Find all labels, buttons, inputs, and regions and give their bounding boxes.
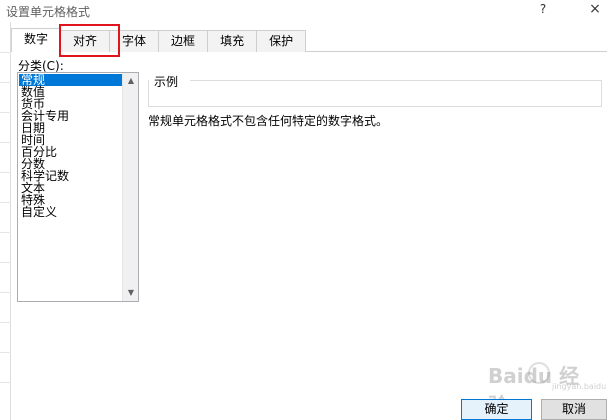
- scroll-down-icon[interactable]: ▼: [123, 286, 138, 300]
- tab-number[interactable]: 数字: [11, 28, 62, 52]
- format-description: 常规单元格格式不包含任何特定的数字格式。: [148, 114, 389, 128]
- sample-divider: [190, 80, 602, 81]
- scroll-up-icon[interactable]: ▲: [123, 74, 138, 88]
- sample-label: 示例: [154, 75, 179, 89]
- tab-protection[interactable]: 保护: [256, 30, 307, 52]
- category-item-custom[interactable]: 自定义: [19, 206, 123, 218]
- sample-box: [148, 80, 602, 107]
- category-listbox[interactable]: 常规 数值 货币 会计专用 日期 时间 百分比 分数 科学记数 文本 特殊 自定…: [17, 72, 139, 302]
- window-title: 设置单元格格式: [6, 5, 91, 19]
- close-button[interactable]: ×: [587, 1, 603, 19]
- tab-alignment[interactable]: 对齐: [60, 30, 111, 52]
- help-button[interactable]: ?: [536, 2, 550, 18]
- tab-fill[interactable]: 填充: [207, 30, 258, 52]
- cancel-button[interactable]: 取消: [541, 399, 607, 420]
- sheet-edge: [0, 22, 11, 420]
- tab-border[interactable]: 边框: [158, 30, 209, 52]
- tab-strip: 数字 对齐 字体 边框 填充 保护: [11, 28, 307, 52]
- ok-button[interactable]: 确定: [461, 399, 532, 420]
- category-scrollbar[interactable]: ▲ ▼: [122, 73, 138, 301]
- tab-font[interactable]: 字体: [109, 30, 160, 52]
- title-bar: 设置单元格格式 ? ×: [0, 0, 607, 22]
